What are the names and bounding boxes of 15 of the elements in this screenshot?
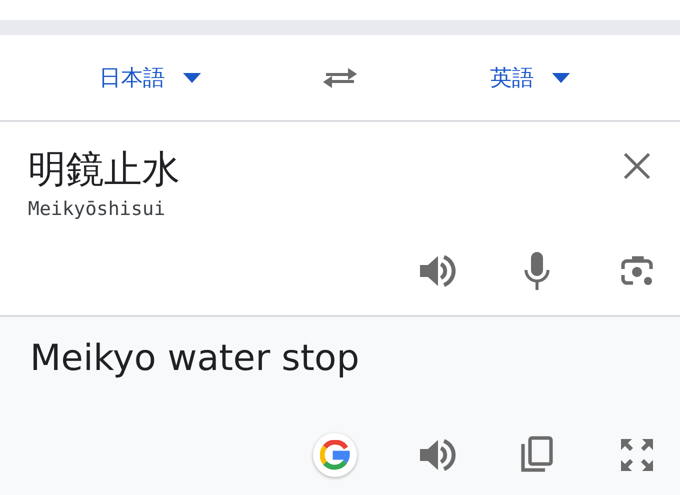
source-language-button[interactable]: 日本語 <box>93 58 207 96</box>
fullscreen-icon <box>619 437 655 473</box>
google-button[interactable] <box>313 433 357 477</box>
caret-icon <box>552 72 570 82</box>
caret-icon <box>183 72 201 82</box>
speaker-icon <box>418 438 456 472</box>
romanization-text: Meikyōshisui <box>27 197 166 220</box>
translation-text: Meikyo water stop <box>29 337 360 381</box>
copy-icon <box>520 436 554 474</box>
source-text[interactable]: 明鏡止水 <box>28 146 180 192</box>
google-logo-icon <box>320 440 350 470</box>
speaker-icon <box>418 254 456 288</box>
target-language-button[interactable]: 英語 <box>484 58 576 96</box>
close-icon <box>622 151 652 181</box>
microphone-icon <box>523 252 551 290</box>
